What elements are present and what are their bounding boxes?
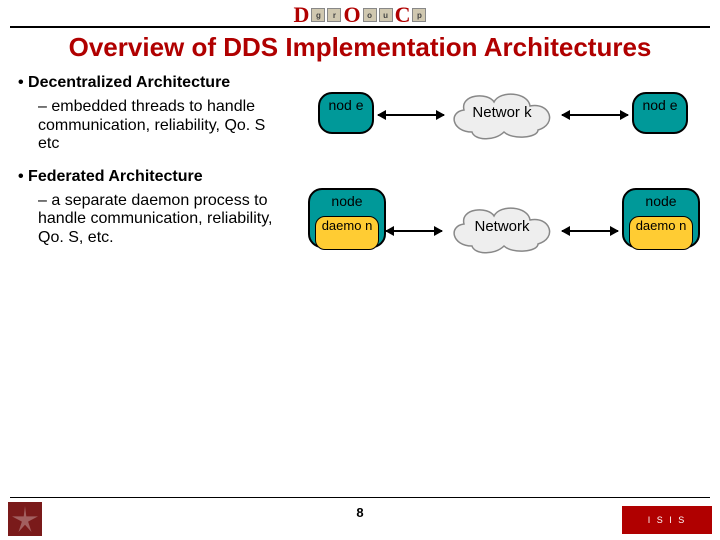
doc-sub-p: p xyxy=(412,8,426,22)
doc-sub-r: r xyxy=(327,8,341,22)
bullet-federated: Federated Architecture xyxy=(18,168,278,186)
cloud-r1-label: Networ k xyxy=(442,88,562,121)
doc-letter-d: D xyxy=(294,2,310,28)
arrow-r2-left xyxy=(386,230,442,232)
diagram-area: nod e Networ k nod e node daemo n Networ… xyxy=(300,92,710,372)
arrow-r1-left xyxy=(378,114,444,116)
vanderbilt-logo xyxy=(8,502,42,536)
daemon-left: daemo n xyxy=(315,216,379,250)
node-left-r1: nod e xyxy=(318,92,374,134)
doc-sub-g: g xyxy=(311,8,325,22)
subbullet-decentralized: embedded threads to handle communication… xyxy=(38,98,278,153)
doc-logo: D g r O o u C p xyxy=(294,2,427,28)
header-divider xyxy=(10,26,710,28)
arrow-r1-right xyxy=(562,114,628,116)
footer-divider xyxy=(10,497,710,498)
doc-letter-c: C xyxy=(395,2,411,28)
isis-logo-text: I S I S xyxy=(648,515,687,525)
arrow-r2-right xyxy=(562,230,618,232)
doc-letter-o: O xyxy=(343,2,360,28)
slide-title: Overview of DDS Implementation Architect… xyxy=(0,32,720,63)
doc-sub-o: o xyxy=(363,8,377,22)
cloud-r1: Networ k xyxy=(442,88,562,142)
subbullet-federated: a separate daemon process to handle comm… xyxy=(38,192,278,247)
doc-sub-u: u xyxy=(379,8,393,22)
header-logo: D g r O o u C p xyxy=(0,2,720,26)
bullet-list: Decentralized Architecture embedded thre… xyxy=(18,74,278,261)
cloud-r2: Network xyxy=(442,202,562,256)
bullet-decentralized: Decentralized Architecture xyxy=(18,74,278,92)
page-number: 8 xyxy=(0,505,720,520)
slide: D g r O o u C p Overview of DDS Implemen… xyxy=(0,0,720,540)
isis-logo: I S I S xyxy=(622,506,712,534)
cloud-r2-label: Network xyxy=(442,202,562,235)
node-right-r1: nod e xyxy=(632,92,688,134)
daemon-right: daemo n xyxy=(629,216,693,250)
